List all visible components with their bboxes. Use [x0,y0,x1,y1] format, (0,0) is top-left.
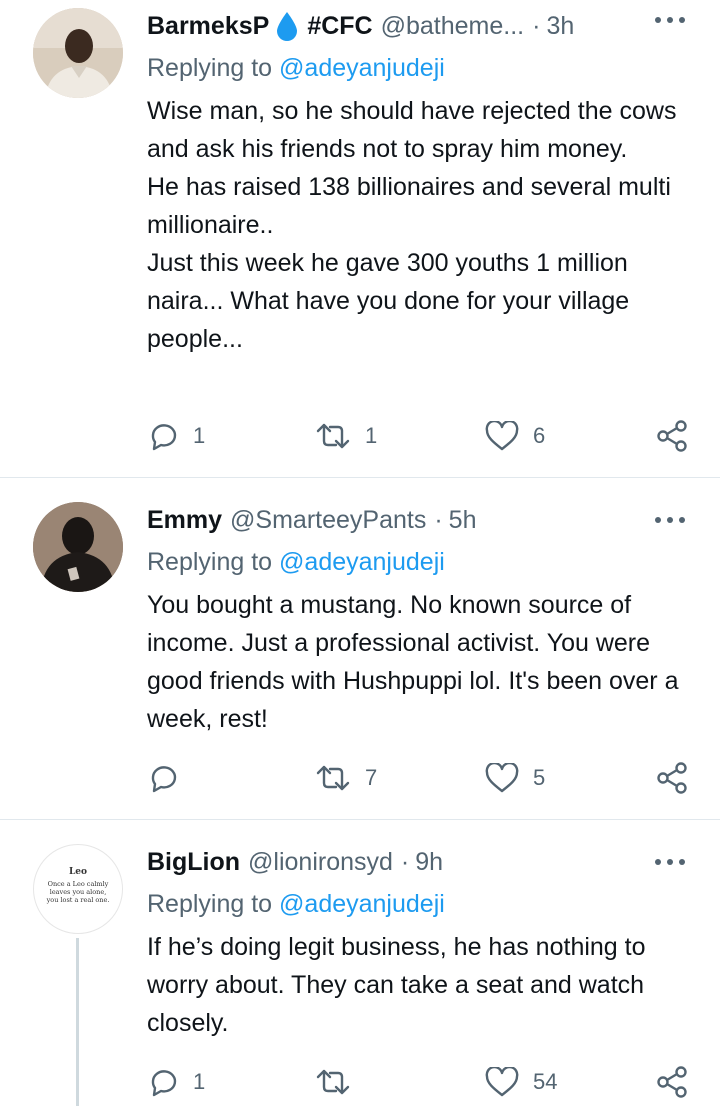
replying-label: Replying to [147,54,273,82]
avatar-caption-line: leaves you alone, [49,888,107,896]
replying-label: Replying to [147,890,273,918]
thread-line [76,938,79,1106]
share-button[interactable] [655,416,689,456]
mention-link[interactable]: @adeyanjudeji [279,54,445,82]
display-name[interactable]: BigLion [147,848,240,877]
reply-button[interactable]: 1 [147,1062,205,1102]
retweet-icon [316,423,350,449]
share-button[interactable] [655,1062,689,1102]
timestamp[interactable]: 9h [415,848,443,877]
reply-button[interactable]: 1 [147,416,205,456]
tweet-header: BigLion @lionironsyd · 9h [147,842,443,882]
tweet[interactable]: BarmeksP #CFC @batheme... · 3h Replying … [0,0,720,477]
avatar[interactable] [33,502,123,592]
share-button[interactable] [655,758,689,798]
retweet-button[interactable]: 1 [315,416,377,456]
tweet-text: You bought a mustang. No known source of… [147,591,679,733]
share-icon [657,420,687,452]
like-count: 6 [533,423,546,448]
avatar-caption-line: Once a Leo calmly [47,880,109,888]
display-name-suffix[interactable]: #CFC [307,12,372,41]
replying-label: Replying to [147,548,273,576]
share-icon [657,762,687,794]
replying-to: Replying to @adeyanjudeji [147,548,445,577]
timestamp[interactable]: 5h [449,506,477,535]
user-handle[interactable]: @SmarteeyPants [230,506,426,535]
user-handle[interactable]: @lionironsyd [248,848,393,877]
separator-dot: · [434,505,443,534]
avatar-caption-title: Leo [68,867,88,877]
more-icon[interactable] [652,12,688,28]
reply-button[interactable] [147,758,193,798]
like-count: 5 [533,765,546,790]
tweet-text: Wise man, so he should have rejected the… [147,97,677,353]
reply-icon [151,424,177,451]
heart-icon [485,421,519,451]
heart-icon [485,763,519,793]
mention-link[interactable]: @adeyanjudeji [279,548,445,576]
replying-to: Replying to @adeyanjudeji [147,890,445,919]
display-name[interactable]: BarmeksP [147,12,269,41]
tweet[interactable]: Emmy @SmarteeyPants · 5h Replying to @ad… [0,478,720,819]
heart-icon [485,1067,519,1097]
more-icon[interactable] [652,854,688,870]
action-bar: 1 1 6 [147,416,692,456]
tweet-header: Emmy @SmarteeyPants · 5h [147,500,476,540]
retweet-button[interactable] [315,1062,365,1102]
tweet[interactable]: Leo Once a Leo calmly leaves you alone, … [0,820,720,1106]
avatar[interactable]: Leo Once a Leo calmly leaves you alone, … [33,844,123,934]
avatar-caption-line: you lost a real one. [46,896,110,904]
avatar[interactable] [33,8,123,98]
water-drop-icon [275,11,299,41]
action-bar: 1 54 [147,1062,692,1102]
replying-to: Replying to @adeyanjudeji [147,54,445,83]
reply-count: 1 [193,423,206,448]
like-button[interactable]: 54 [485,1062,557,1102]
retweet-icon [316,765,350,791]
retweet-count: 1 [365,423,378,448]
retweet-count: 7 [365,765,378,790]
timestamp[interactable]: 3h [546,12,574,41]
more-icon[interactable] [652,512,688,528]
mention-link[interactable]: @adeyanjudeji [279,890,445,918]
like-button[interactable]: 5 [485,758,545,798]
separator-dot: · [532,11,541,40]
display-name[interactable]: Emmy [147,506,222,535]
reply-icon [151,766,177,793]
tweet-header: BarmeksP #CFC @batheme... · 3h [147,6,574,46]
reply-count: 1 [193,1069,206,1094]
share-icon [657,1066,687,1098]
separator-dot: · [400,847,410,876]
retweet-button[interactable]: 7 [315,758,377,798]
reply-icon [151,1070,177,1097]
user-handle[interactable]: @batheme... [381,12,525,41]
retweet-icon [316,1069,350,1095]
like-count: 54 [533,1069,558,1094]
action-bar: 7 5 [147,758,692,798]
like-button[interactable]: 6 [485,416,545,456]
tweet-text: If he’s doing legit business, he has not… [147,933,646,1037]
